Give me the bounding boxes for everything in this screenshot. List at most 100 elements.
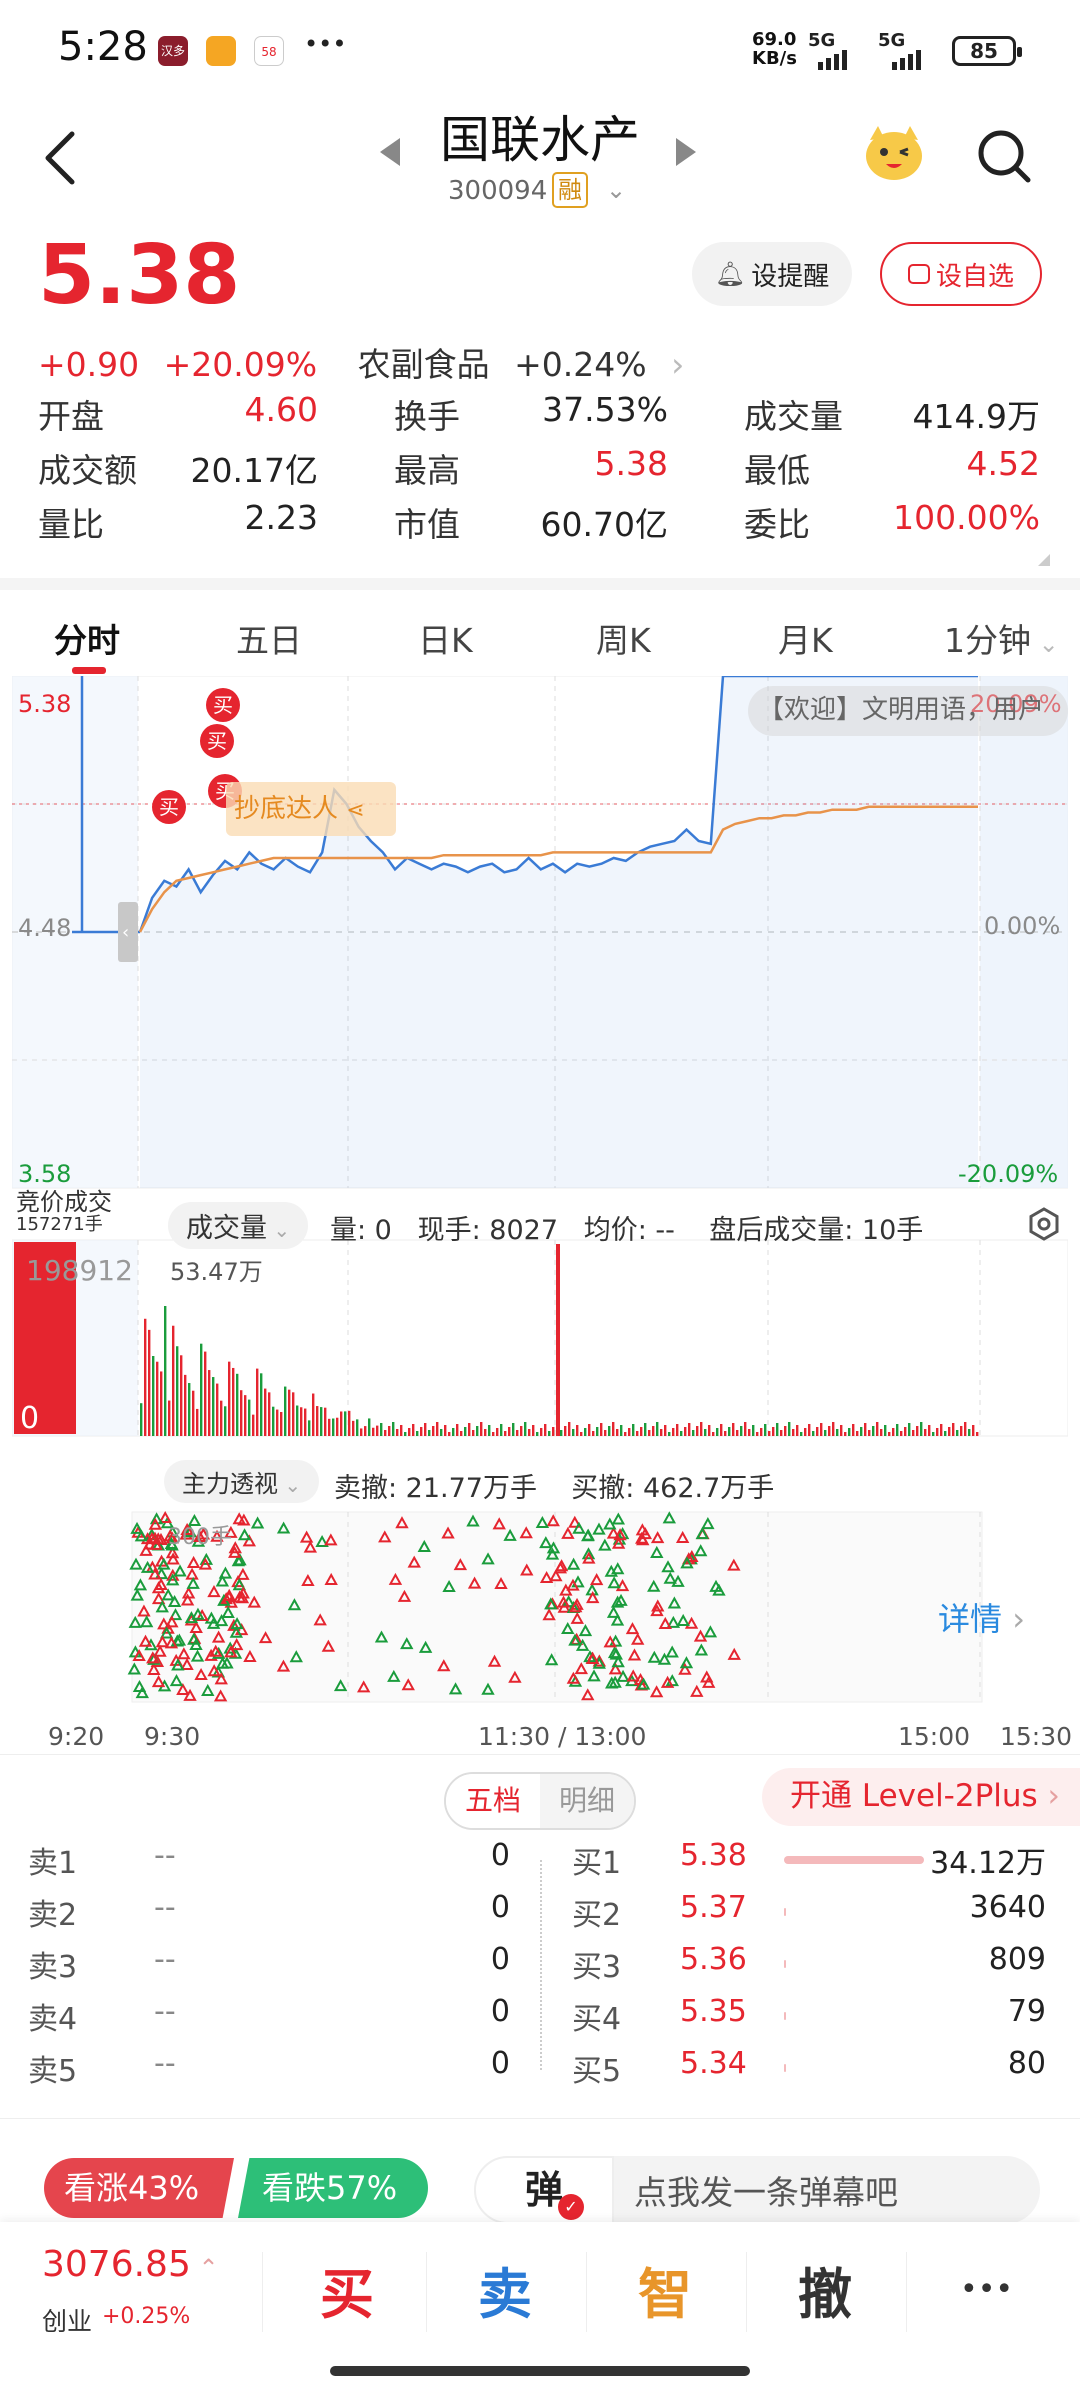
volume-bar	[436, 1422, 439, 1436]
volume-bar	[872, 1426, 875, 1436]
sell-button[interactable]: 卖	[430, 2250, 580, 2329]
volume-bar	[160, 1371, 163, 1436]
level2-upgrade-banner[interactable]: 开通 Level-2Plus ›	[762, 1768, 1080, 1826]
set-alert-button[interactable]: 🔔︎ 设提醒	[692, 242, 852, 306]
tab-5day[interactable]: 五日	[236, 614, 302, 662]
ask-level-qty: 0	[490, 1890, 510, 1925]
flow-toolbar: 主力透视 ⌄ 卖撤: 21.77万手 买撤: 462.7万手	[0, 1456, 1080, 1508]
volume-bar	[576, 1425, 579, 1436]
volume-bar	[384, 1430, 387, 1436]
divider	[906, 2252, 907, 2332]
time-label: 15:00	[898, 1722, 971, 1751]
battery-icon: 85	[952, 36, 1022, 66]
tab-monthly-k[interactable]: 月K	[778, 614, 833, 662]
index-value[interactable]: 3076.85 ⌃	[42, 2244, 219, 2285]
volume-bar	[420, 1427, 423, 1436]
volume-bar	[964, 1422, 967, 1436]
volume-bar	[468, 1423, 471, 1436]
time-label: 9:30	[144, 1722, 201, 1751]
settings-icon[interactable]	[1026, 1206, 1062, 1242]
add-watchlist-button[interactable]: 设自选	[880, 242, 1042, 306]
volume-bar	[296, 1405, 299, 1436]
stats-grid: 开盘 4.60 换手 37.53% 成交量 414.9万 成交额 20.17亿 最高 5.38 最低…	[0, 390, 1080, 560]
tab-trade-details[interactable]: 明细	[540, 1774, 634, 1828]
bottom-fishing-badge[interactable]: 抄底达人 ⋖	[226, 782, 396, 836]
volume-indicator-dropdown[interactable]: 成交量 ⌄	[168, 1202, 309, 1249]
volume-bar	[176, 1346, 179, 1436]
stat-value: 414.9万	[912, 397, 1040, 436]
mascot-icon[interactable]	[862, 122, 926, 182]
details-link[interactable]: 详情 ›	[938, 1594, 1025, 1640]
home-indicator[interactable]	[330, 2366, 750, 2376]
tab-intraday[interactable]: 分时	[54, 614, 120, 662]
bid-depth-bar	[784, 2064, 786, 2072]
sector-name[interactable]: 农副食品	[358, 345, 490, 384]
next-stock-arrow-icon[interactable]	[676, 138, 696, 166]
chevron-down-icon[interactable]: ⌄	[606, 176, 626, 204]
volume-bar	[808, 1424, 811, 1436]
back-button[interactable]	[40, 128, 80, 188]
ask-level-label: 卖5	[28, 2054, 78, 2089]
margin-trading-badge[interactable]: 融	[552, 172, 588, 208]
volume-bar	[380, 1423, 383, 1436]
buy-marker[interactable]: 买	[200, 724, 234, 758]
volume-bar	[428, 1430, 431, 1436]
tab-five-levels[interactable]: 五档	[446, 1774, 540, 1828]
bid-depth-bar	[784, 2012, 786, 2020]
share-icon[interactable]: ⋖	[346, 798, 364, 823]
volume-bar	[456, 1424, 459, 1436]
previous-stock-arrow-icon[interactable]	[380, 138, 400, 166]
volume-bar	[764, 1424, 767, 1436]
more-options-icon[interactable]: •••	[960, 2272, 1013, 2307]
stat-value: 100.00%	[893, 498, 1040, 537]
search-icon[interactable]	[976, 128, 1032, 184]
volume-bar	[796, 1425, 799, 1436]
volume-bar	[912, 1430, 915, 1436]
danmaku-toggle[interactable]: 弹 ✓	[474, 2156, 614, 2224]
volume-bar	[968, 1429, 971, 1436]
chevron-left-icon[interactable]: ‹	[122, 922, 129, 943]
bid-level-qty: 34.12万	[930, 1846, 1046, 1881]
tab-weekly-k[interactable]: 周K	[596, 614, 651, 662]
volume-bar	[216, 1383, 219, 1436]
volume-bar	[652, 1426, 655, 1436]
volume-bar	[696, 1426, 699, 1436]
volume-bar	[208, 1370, 211, 1436]
volume-bar	[492, 1432, 495, 1436]
ask-level-label: 卖3	[28, 1950, 78, 1985]
volume-bar	[792, 1429, 795, 1436]
flow-indicator-dropdown[interactable]: 主力透视 ⌄	[164, 1460, 320, 1503]
buy-marker[interactable]: 买	[152, 790, 186, 824]
tab-daily-k[interactable]: 日K	[418, 614, 473, 662]
cancel-order-button[interactable]: 撤	[750, 2250, 900, 2329]
volume-bar	[612, 1422, 615, 1436]
volume-bar	[800, 1432, 803, 1436]
volume-bar	[960, 1426, 963, 1436]
volume-bar	[212, 1377, 215, 1436]
chevron-right-icon[interactable]: ›	[671, 345, 684, 384]
ask-level-price: --	[154, 2046, 176, 2081]
volume-bar	[824, 1430, 827, 1436]
danmaku-placeholder[interactable]: 点我发一条弹幕吧	[634, 2166, 898, 2214]
ask-level-qty: 0	[490, 2046, 510, 2081]
bullish-vote-button[interactable]: 看涨43%	[44, 2158, 234, 2218]
volume-bar	[700, 1422, 703, 1436]
volume-bar	[324, 1407, 327, 1436]
volume-bar	[284, 1386, 287, 1436]
expand-corner-icon[interactable]	[1038, 554, 1050, 566]
stat-value: 37.53%	[542, 390, 668, 429]
volume-bar	[316, 1406, 319, 1436]
bid-level-qty: 80	[1007, 2046, 1046, 2081]
stat-value: 4.60	[244, 390, 318, 429]
divider	[0, 2118, 1080, 2119]
bearish-vote-button[interactable]: 看跌57%	[238, 2158, 428, 2218]
volume-bar	[424, 1423, 427, 1436]
tab-1min[interactable]: 1分钟 ⌄	[944, 614, 1059, 662]
volume-bar	[244, 1395, 247, 1436]
volume-bar	[396, 1429, 399, 1436]
stock-code: 300094	[448, 176, 548, 206]
buy-marker[interactable]: 买	[206, 688, 240, 722]
buy-button[interactable]: 买	[272, 2250, 422, 2329]
smart-trade-button[interactable]: 智	[590, 2250, 740, 2329]
danmaku-input-box[interactable]: 弹 ✓ 点我发一条弹幕吧	[474, 2156, 1040, 2224]
